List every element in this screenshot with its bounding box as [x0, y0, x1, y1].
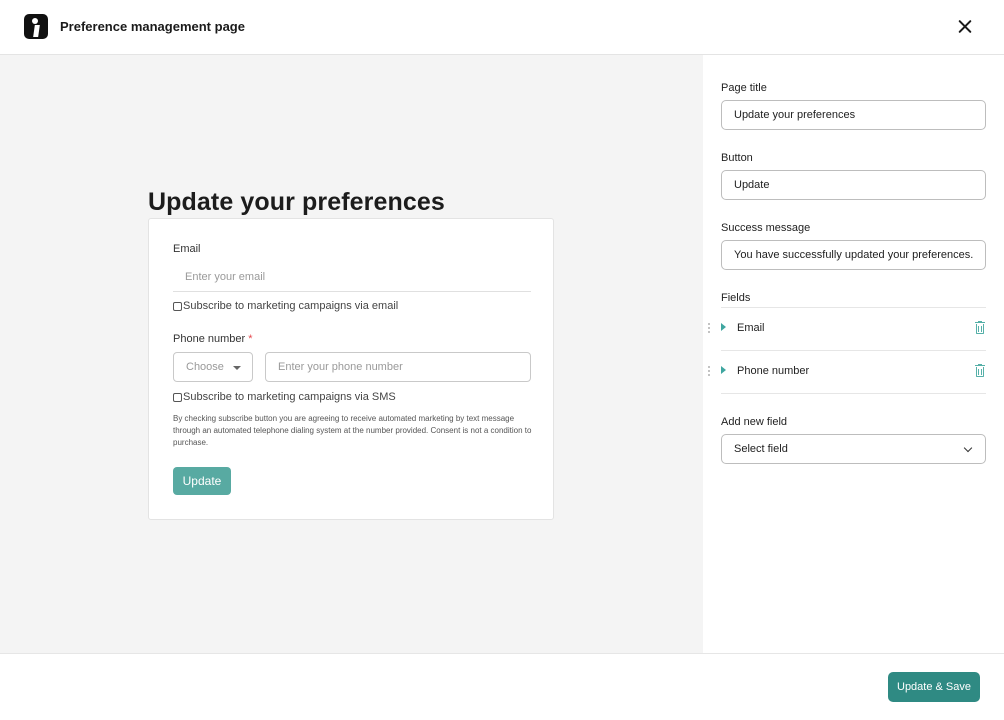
brand-logo-icon: [24, 14, 48, 39]
page-title-input[interactable]: [721, 100, 986, 130]
expand-triangle-icon[interactable]: [721, 323, 726, 331]
phone-label: Phone number *: [173, 333, 253, 345]
email-subscribe-checkbox[interactable]: [173, 301, 182, 311]
email-field[interactable]: [173, 263, 531, 292]
field-row-phone-number[interactable]: Phone number: [703, 350, 1004, 393]
country-code-value: Choose: [186, 361, 224, 373]
email-subscribe-label: Subscribe to marketing campaigns via ema…: [183, 300, 399, 312]
success-message-input[interactable]: [721, 240, 986, 270]
email-subscribe-row[interactable]: Subscribe to marketing campaigns via ema…: [173, 300, 398, 312]
close-icon[interactable]: [954, 16, 976, 38]
country-code-select[interactable]: Choose: [173, 352, 253, 382]
field-name: Email: [737, 322, 765, 334]
divider: [721, 393, 986, 394]
add-field-select[interactable]: Select field: [721, 434, 986, 464]
trash-icon[interactable]: [975, 364, 985, 377]
footer-bar: Update & Save: [0, 653, 1004, 720]
email-label: Email: [173, 243, 201, 255]
update-button[interactable]: Update: [173, 467, 231, 495]
settings-panel: Page title Button Success message Fields…: [703, 55, 1004, 653]
button-text-input[interactable]: [721, 170, 986, 200]
update-and-save-button[interactable]: Update & Save: [888, 672, 980, 702]
phone-field[interactable]: [265, 352, 531, 382]
phone-label-text: Phone number: [173, 333, 246, 345]
success-message-label: Success message: [721, 222, 811, 234]
drag-handle-icon[interactable]: [708, 323, 712, 333]
sms-subscribe-label: Subscribe to marketing campaigns via SMS: [183, 391, 396, 403]
chevron-down-icon: [963, 443, 973, 453]
required-mark: *: [248, 333, 253, 345]
preview-area: Update your preferences Email Subscribe …: [0, 55, 703, 653]
trash-icon[interactable]: [975, 321, 985, 334]
page-title: Preference management page: [60, 19, 245, 34]
fields-label: Fields: [721, 292, 751, 304]
add-field-select-value: Select field: [734, 443, 788, 455]
field-name: Phone number: [737, 365, 810, 377]
caret-down-icon: [233, 366, 241, 370]
add-field-label: Add new field: [721, 416, 788, 428]
consent-text: By checking subscribe button you are agr…: [173, 414, 532, 447]
button-setting-label: Button: [721, 152, 753, 164]
page-title-setting-label: Page title: [721, 82, 767, 94]
drag-handle-icon[interactable]: [708, 366, 712, 376]
preference-form-card: Email Subscribe to marketing campaigns v…: [148, 218, 554, 520]
field-row-email[interactable]: Email: [703, 307, 1004, 350]
sms-subscribe-checkbox[interactable]: [173, 392, 182, 402]
preview-page-title: Update your preferences: [148, 188, 445, 216]
top-bar: Preference management page: [0, 0, 1004, 55]
expand-triangle-icon[interactable]: [721, 366, 726, 374]
sms-subscribe-row[interactable]: Subscribe to marketing campaigns via SMS: [173, 391, 396, 403]
